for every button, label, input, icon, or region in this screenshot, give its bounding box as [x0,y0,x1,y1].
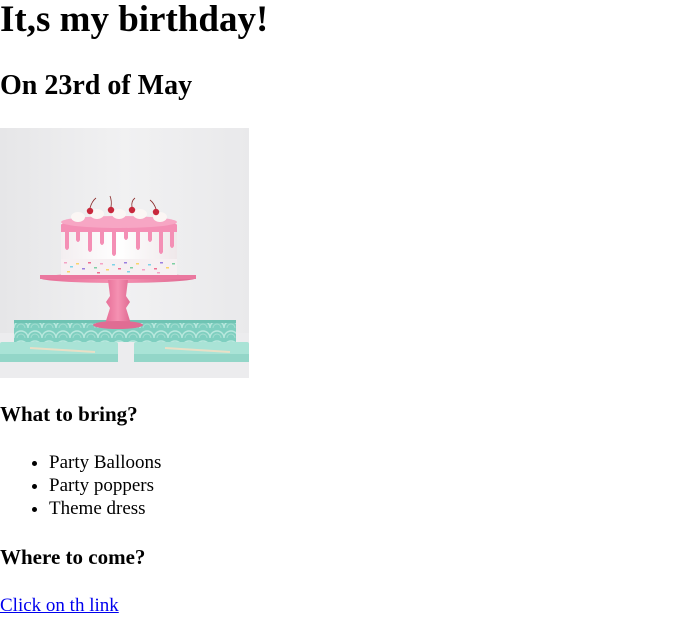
cake-photo [0,128,249,378]
where-heading: Where to come? [0,545,146,569]
date-heading: On 23rd of May [0,70,193,101]
page-title: It,s my birthday! [0,0,269,40]
list-item: Theme dress [49,497,161,520]
location-link[interactable]: Click on th link [0,594,119,617]
list-item: Party poppers [49,474,161,497]
bring-heading: What to bring? [0,402,138,426]
bring-list: Party Balloons Party poppers Theme dress [0,451,161,520]
list-item: Party Balloons [49,451,161,474]
